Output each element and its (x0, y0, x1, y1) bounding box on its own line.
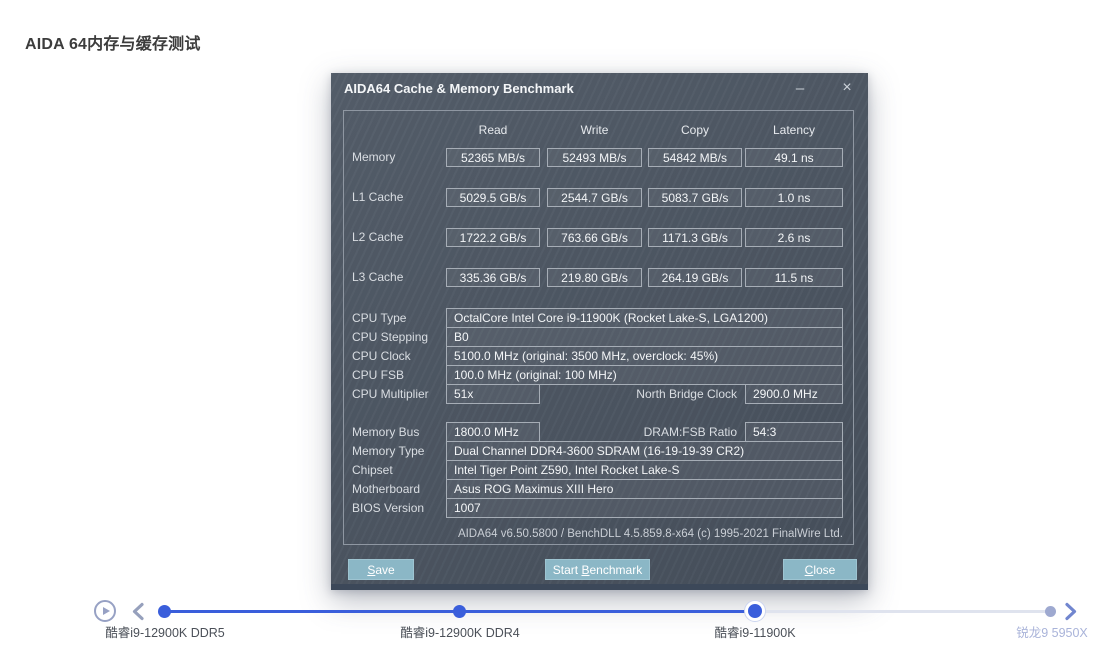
dram-fsb-ratio-label: DRAM:FSB Ratio (643, 425, 737, 439)
bench-value: 5029.5 GB/s (446, 188, 540, 207)
memory-bus-value: 1800.0 MHz (446, 422, 540, 442)
bench-value: 2.6 ns (745, 228, 843, 247)
bench-value: 1722.2 GB/s (446, 228, 540, 247)
timeline-label-2: 酷睿i9-12900K DDR4 (400, 626, 520, 640)
chipset-label: Chipset (352, 463, 393, 477)
memory-type-label: Memory Type (352, 444, 425, 458)
close-button[interactable]: Close (783, 559, 857, 580)
chevron-left-icon (132, 602, 144, 621)
close-icon: × (842, 79, 852, 96)
bench-value: 335.36 GB/s (446, 268, 540, 287)
save-button[interactable]: Save (348, 559, 414, 580)
bench-value: 49.1 ns (745, 148, 843, 167)
bench-label-l2: L2 Cache (352, 230, 404, 244)
timeline-dot-1[interactable] (158, 605, 171, 618)
bench-value: 1.0 ns (745, 188, 843, 207)
bench-value: 5083.7 GB/s (648, 188, 742, 207)
cpu-multiplier-label: CPU Multiplier (352, 387, 429, 401)
timeline-dot-2[interactable] (453, 605, 466, 618)
bench-label-memory: Memory (352, 150, 396, 164)
timeline-track-upcoming (755, 610, 1050, 613)
memory-bus-label: Memory Bus (352, 425, 420, 439)
close-window-button[interactable]: × (833, 78, 861, 98)
bench-value: 1171.3 GB/s (648, 228, 742, 247)
cpu-stepping-label: CPU Stepping (352, 330, 429, 344)
bench-value: 763.66 GB/s (547, 228, 642, 247)
play-icon (102, 607, 110, 615)
timeline-label-3: 酷睿i9-11900K (714, 626, 796, 640)
window-bottom-edge (331, 584, 868, 590)
bench-value: 264.19 GB/s (648, 268, 742, 287)
bios-version-label: BIOS Version (352, 501, 425, 515)
cpu-type-label: CPU Type (352, 311, 407, 325)
bench-value: 52493 MB/s (547, 148, 642, 167)
autoplay-button[interactable] (94, 600, 116, 622)
cpu-fsb-value: 100.0 MHz (original: 100 MHz) (446, 365, 843, 385)
memory-type-value: Dual Channel DDR4-3600 SDRAM (16-19-19-3… (446, 441, 843, 461)
timeline-label-1: 酷睿i9-12900K DDR5 (105, 626, 225, 640)
cpu-multiplier-value: 51x (446, 384, 540, 404)
bios-version-value: 1007 (446, 498, 843, 518)
app-version-text: AIDA64 v6.50.5800 / BenchDLL 4.5.859.8-x… (457, 528, 843, 540)
cpu-clock-label: CPU Clock (352, 349, 411, 363)
timeline-dot-4[interactable] (1045, 606, 1056, 617)
page: AIDA 64内存与缓存测试 AIDA64 Cache & Memory Ben… (0, 0, 1120, 653)
bench-label-l1: L1 Cache (352, 190, 404, 204)
north-bridge-clock-value: 2900.0 MHz (745, 384, 843, 404)
bench-value: 54842 MB/s (648, 148, 742, 167)
minimize-icon: – (795, 79, 805, 97)
start-benchmark-button[interactable]: Start Benchmark (545, 559, 650, 580)
column-header-latency: Latency (772, 123, 816, 137)
cpu-fsb-label: CPU FSB (352, 368, 405, 382)
cpu-clock-value: 5100.0 MHz (original: 3500 MHz, overcloc… (446, 346, 843, 366)
bench-value: 52365 MB/s (446, 148, 540, 167)
column-header-copy: Copy (680, 123, 709, 137)
chevron-right-icon (1065, 602, 1077, 621)
cpu-stepping-value: B0 (446, 327, 843, 347)
column-header-write: Write (580, 123, 609, 137)
timeline-label-4: 锐龙9 5950X (1016, 626, 1088, 640)
motherboard-label: Motherboard (352, 482, 421, 496)
aida64-window: AIDA64 Cache & Memory Benchmark – × Read… (331, 73, 868, 590)
motherboard-value: Asus ROG Maximus XIII Hero (446, 479, 843, 499)
page-title: AIDA 64内存与缓存测试 (25, 36, 201, 53)
bench-value: 219.80 GB/s (547, 268, 642, 287)
bench-label-l3: L3 Cache (352, 270, 404, 284)
column-header-read: Read (478, 123, 508, 137)
chipset-value: Intel Tiger Point Z590, Intel Rocket Lak… (446, 460, 843, 480)
bench-value: 11.5 ns (745, 268, 843, 287)
window-title: AIDA64 Cache & Memory Benchmark (344, 81, 574, 96)
window-titlebar: AIDA64 Cache & Memory Benchmark – × (331, 73, 868, 103)
north-bridge-clock-label: North Bridge Clock (636, 387, 737, 401)
cpu-type-value: OctalCore Intel Core i9-11900K (Rocket L… (446, 308, 843, 328)
bench-value: 2544.7 GB/s (547, 188, 642, 207)
minimize-button[interactable]: – (786, 78, 814, 98)
timeline-dot-3-active[interactable] (745, 601, 765, 621)
dram-fsb-ratio-value: 54:3 (745, 422, 843, 442)
